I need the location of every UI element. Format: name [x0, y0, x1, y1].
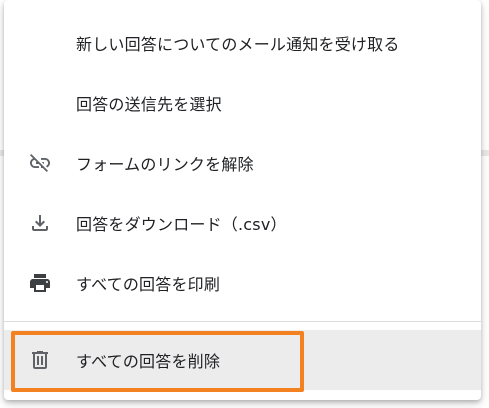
menu-divider [4, 321, 481, 322]
menu-item-label: 回答をダウンロード（.csv） [76, 215, 287, 234]
menu-item-label: 回答の送信先を選択 [76, 95, 222, 114]
menu-item-unlink-form[interactable]: フォームのリンクを解除 [4, 133, 481, 193]
menu-item-label: フォームのリンクを解除 [76, 155, 254, 174]
page: 新しい回答についてのメール通知を受け取る 回答の送信先を選択 フォームのリンクを… [0, 0, 489, 408]
menu-item-delete-all[interactable]: すべての回答を削除 [4, 330, 481, 390]
trash-icon [32, 351, 48, 369]
download-icon [32, 215, 48, 231]
link-off-icon [30, 154, 50, 172]
menu-item-email-notifications[interactable]: 新しい回答についてのメール通知を受け取る [4, 13, 481, 73]
menu-item-select-destination[interactable]: 回答の送信先を選択 [4, 73, 481, 133]
menu-item-label: すべての回答を削除 [76, 352, 221, 371]
menu-item-download-csv[interactable]: 回答をダウンロード（.csv） [4, 193, 481, 253]
menu-item-print-all[interactable]: すべての回答を印刷 [4, 253, 481, 313]
print-icon [30, 274, 50, 292]
more-options-menu: 新しい回答についてのメール通知を受け取る 回答の送信先を選択 フォームのリンクを… [4, 0, 481, 400]
empty-icon-slot [4, 13, 76, 73]
empty-icon-slot [4, 73, 76, 133]
menu-item-label: すべての回答を印刷 [76, 275, 221, 294]
menu-item-label: 新しい回答についてのメール通知を受け取る [76, 35, 400, 54]
